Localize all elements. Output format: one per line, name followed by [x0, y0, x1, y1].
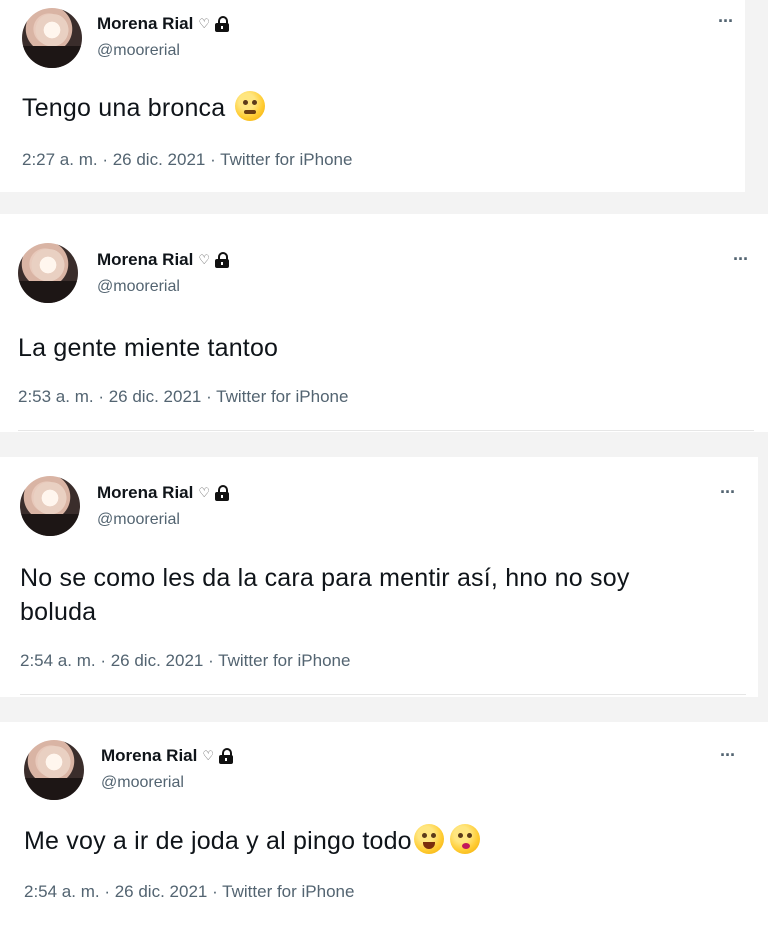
tweet-text: Tengo una bronca [22, 91, 265, 125]
tweet-date[interactable]: 26 dic. 2021 [115, 882, 208, 901]
tweet-text: Me voy a ir de joda y al pingo todo [24, 824, 480, 858]
author-row: Morena Rial ♡ [97, 14, 230, 34]
tweet-time[interactable]: 2:54 a. m. [24, 882, 100, 901]
tweet-time[interactable]: 2:53 a. m. [18, 387, 94, 406]
more-options-icon[interactable]: ··· [733, 250, 749, 268]
author-name[interactable]: Morena Rial [97, 14, 193, 34]
tweet-time[interactable]: 2:54 a. m. [20, 651, 96, 670]
heart-icon: ♡ [198, 252, 211, 267]
heart-icon: ♡ [198, 485, 211, 500]
author-row: Morena Rial ♡ [97, 250, 230, 270]
tweet-meta: 2:27 a. m. · 26 dic. 2021 · Twitter for … [22, 150, 353, 169]
author-row: Morena Rial ♡ [97, 483, 230, 503]
tweet-text: No se como les da la cara para mentir as… [20, 561, 630, 629]
tweet-meta: 2:54 a. m. · 26 dic. 2021 · Twitter for … [24, 882, 355, 901]
divider [20, 694, 746, 695]
avatar[interactable] [20, 476, 80, 536]
tweet-text: La gente miente tantoo [18, 334, 279, 362]
author-handle[interactable]: @moorerial [97, 278, 180, 296]
tweet-card[interactable]: Morena Rial ♡ @moorerial ··· No se como … [0, 457, 758, 697]
tweet-text-content: Tengo una bronca [22, 94, 226, 122]
tweet-card[interactable]: Morena Rial ♡ @moorerial ··· Tengo una b… [0, 0, 745, 192]
avatar[interactable] [22, 8, 82, 68]
author-row: Morena Rial ♡ [101, 746, 234, 766]
tweet-source[interactable]: Twitter for iPhone [222, 882, 354, 901]
tweet-card[interactable]: Morena Rial ♡ @moorerial ··· La gente mi… [0, 214, 768, 432]
tweet-card[interactable]: Morena Rial ♡ @moorerial ··· Me voy a ir… [0, 722, 768, 925]
divider [18, 430, 754, 431]
tweet-time[interactable]: 2:27 a. m. [22, 150, 98, 169]
avatar[interactable] [18, 243, 78, 303]
author-name[interactable]: Morena Rial [97, 483, 193, 503]
tweet-date[interactable]: 26 dic. 2021 [113, 150, 206, 169]
heart-icon: ♡ [202, 748, 215, 763]
tweet-date[interactable]: 26 dic. 2021 [109, 387, 202, 406]
face-with-rolling-eyes-icon [234, 91, 265, 121]
tweet-text-content: Me voy a ir de joda y al pingo todo [24, 827, 412, 855]
zany-face-icon [413, 824, 444, 854]
lock-icon [215, 16, 230, 32]
lock-icon [215, 252, 230, 268]
lock-icon [215, 485, 230, 501]
author-name[interactable]: Morena Rial [97, 250, 193, 270]
face-blowing-a-kiss-icon [449, 824, 480, 854]
author-handle[interactable]: @moorerial [97, 511, 180, 529]
tweet-source[interactable]: Twitter for iPhone [218, 651, 350, 670]
lock-icon [219, 748, 234, 764]
tweet-source[interactable]: Twitter for iPhone [220, 150, 352, 169]
heart-icon: ♡ [198, 16, 211, 31]
tweet-meta: 2:54 a. m. · 26 dic. 2021 · Twitter for … [20, 651, 351, 670]
author-handle[interactable]: @moorerial [97, 42, 180, 60]
author-name[interactable]: Morena Rial [101, 746, 197, 766]
tweet-text-line: boluda [20, 598, 97, 626]
tweet-meta: 2:53 a. m. · 26 dic. 2021 · Twitter for … [18, 387, 349, 406]
tweet-text-line: No se como les da la cara para mentir as… [20, 564, 630, 592]
more-options-icon[interactable]: ··· [720, 483, 736, 501]
more-options-icon[interactable]: ··· [720, 746, 736, 764]
author-handle[interactable]: @moorerial [101, 774, 184, 792]
avatar[interactable] [24, 740, 84, 800]
more-options-icon[interactable]: ··· [718, 12, 734, 30]
tweet-source[interactable]: Twitter for iPhone [216, 387, 348, 406]
tweet-date[interactable]: 26 dic. 2021 [111, 651, 204, 670]
